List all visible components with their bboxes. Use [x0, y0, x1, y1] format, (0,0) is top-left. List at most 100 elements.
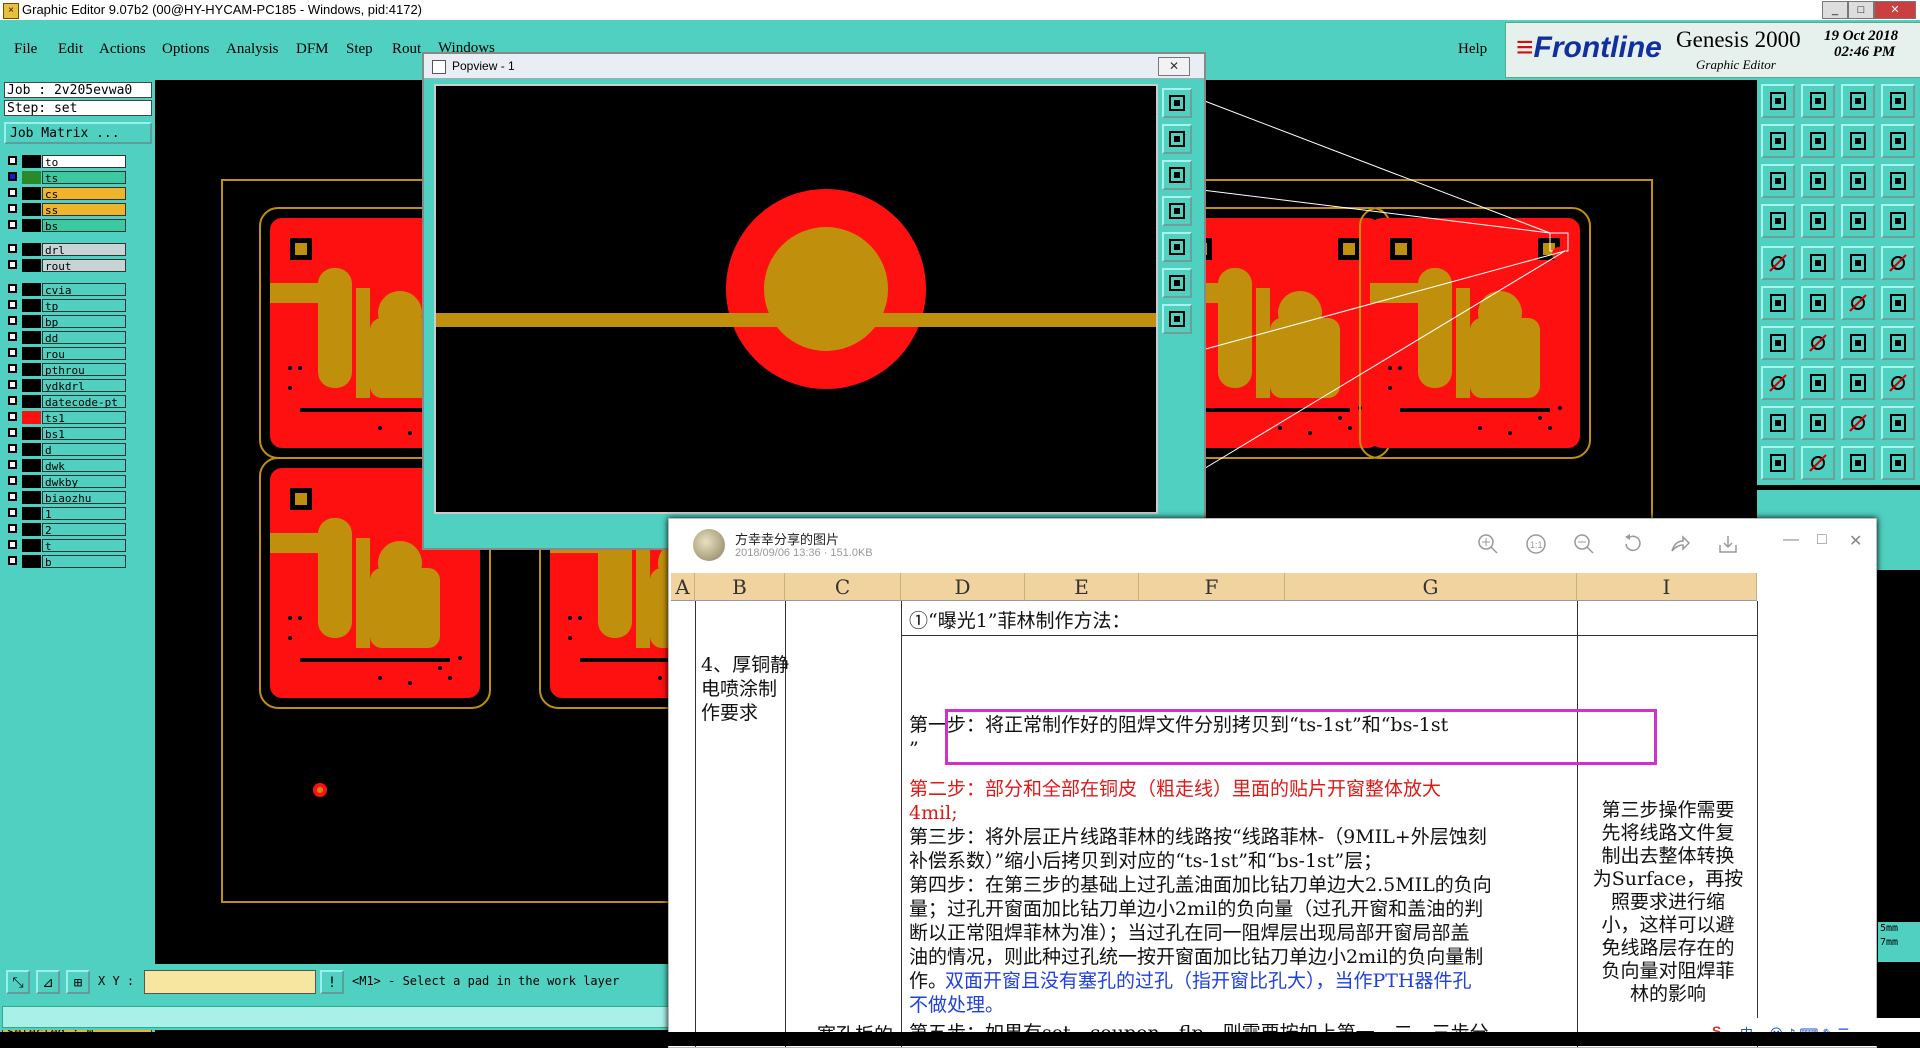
menu-edit[interactable]: Edit: [58, 41, 83, 58]
text-a-icon[interactable]: [1801, 406, 1835, 440]
layer-color-swatch[interactable]: [22, 299, 41, 312]
measure-icon[interactable]: [1761, 204, 1795, 238]
copy-icon[interactable]: [1881, 286, 1915, 320]
measure-tool-icon[interactable]: ⊿: [36, 970, 60, 994]
layer-checkbox[interactable]: [8, 364, 17, 373]
popview-canvas[interactable]: [434, 84, 1158, 514]
viewer-close-icon[interactable]: ✕: [1849, 531, 1862, 551]
layer-color-swatch[interactable]: [22, 283, 41, 296]
layer-checkbox[interactable]: [8, 508, 17, 517]
slope-icon[interactable]: [1801, 326, 1835, 360]
record-icon[interactable]: [1881, 246, 1915, 280]
layer-row[interactable]: rout: [4, 258, 126, 274]
layer-row[interactable]: datecode-pt: [4, 394, 126, 410]
pop-next-icon[interactable]: [1162, 232, 1192, 262]
pointer3-icon[interactable]: [1841, 446, 1875, 480]
cross-icon[interactable]: [1801, 286, 1835, 320]
menu-step[interactable]: Step: [346, 41, 373, 58]
layer-name[interactable]: rou: [42, 347, 126, 361]
step-left-icon[interactable]: [1761, 124, 1795, 158]
snap-icon[interactable]: [1801, 204, 1835, 238]
layer-color-swatch[interactable]: [22, 243, 41, 256]
layer-color-swatch[interactable]: [22, 523, 41, 536]
menu-actions[interactable]: Actions: [99, 41, 146, 58]
layer-name[interactable]: dwkby: [42, 475, 126, 489]
pointer4-icon[interactable]: [1881, 446, 1915, 480]
layer-row[interactable]: 2: [4, 522, 126, 538]
layer-checkbox[interactable]: [8, 428, 17, 437]
layer-color-swatch[interactable]: [22, 475, 41, 488]
layer-checkbox[interactable]: [8, 204, 17, 213]
home-icon[interactable]: [1841, 84, 1875, 118]
arch-icon[interactable]: [1841, 406, 1875, 440]
layer-color-swatch[interactable]: [22, 363, 41, 376]
layer-name[interactable]: tp: [42, 299, 126, 313]
layer-row[interactable]: to: [4, 154, 126, 170]
pointer-icon[interactable]: [1761, 446, 1795, 480]
pointer2-icon[interactable]: [1801, 446, 1835, 480]
layer-checkbox[interactable]: [8, 316, 17, 325]
layer-checkbox[interactable]: [8, 284, 17, 293]
save-icon[interactable]: [1801, 84, 1835, 118]
script-icon[interactable]: [1881, 124, 1915, 158]
menu-dfm[interactable]: DFM: [296, 41, 329, 58]
minus-icon[interactable]: [1801, 366, 1835, 400]
route-icon[interactable]: [1881, 326, 1915, 360]
layer-icon[interactable]: [1841, 124, 1875, 158]
layer-checkbox[interactable]: [8, 332, 17, 341]
edit-shape-icon[interactable]: [1801, 246, 1835, 280]
menu-help[interactable]: Help: [1458, 41, 1487, 58]
layer-checkbox[interactable]: [8, 540, 17, 549]
layer-color-swatch[interactable]: [22, 155, 41, 168]
layer-row[interactable]: ts1: [4, 410, 126, 426]
layer-checkbox[interactable]: [8, 492, 17, 501]
layer-row[interactable]: tp: [4, 298, 126, 314]
layer-row[interactable]: ss: [4, 202, 126, 218]
layer-color-swatch[interactable]: [22, 411, 41, 424]
fit-icon[interactable]: [1761, 164, 1795, 198]
layer-row[interactable]: bp: [4, 314, 126, 330]
maximize-button[interactable]: □: [1848, 1, 1874, 19]
layer-name[interactable]: bp: [42, 315, 126, 329]
layer-name[interactable]: ydkdrl: [42, 379, 126, 393]
zoom-out-icon[interactable]: [1573, 533, 1595, 555]
layer-row[interactable]: biaozhu: [4, 490, 126, 506]
scale-icon[interactable]: [1841, 164, 1875, 198]
layer-color-swatch[interactable]: [22, 395, 41, 408]
layer-color-swatch[interactable]: [22, 219, 41, 232]
layer-name[interactable]: biaozhu: [42, 491, 126, 505]
group-icon[interactable]: [1881, 366, 1915, 400]
share-icon[interactable]: [1669, 533, 1691, 555]
resize-icon[interactable]: [1841, 366, 1875, 400]
layer-row[interactable]: ydkdrl: [4, 378, 126, 394]
feature-icon[interactable]: [1841, 246, 1875, 280]
layer-row[interactable]: dwk: [4, 458, 126, 474]
layer-color-swatch[interactable]: [22, 331, 41, 344]
pop-save-icon[interactable]: [1162, 124, 1192, 154]
window-icon[interactable]: [1881, 84, 1915, 118]
layer-name[interactable]: 2: [42, 523, 126, 537]
layer-checkbox[interactable]: [8, 260, 17, 269]
stack-icon[interactable]: [1881, 406, 1915, 440]
layer-row[interactable]: cvia: [4, 282, 126, 298]
arc-icon[interactable]: [1841, 326, 1875, 360]
layer-checkbox[interactable]: [8, 300, 17, 309]
zoom-tool-icon[interactable]: ⤡: [6, 970, 30, 994]
layer-color-swatch[interactable]: [22, 203, 41, 216]
viewer-minimize-icon[interactable]: —: [1783, 531, 1799, 549]
layer-color-swatch[interactable]: [22, 379, 41, 392]
layer-row[interactable]: ts: [4, 170, 126, 186]
layer-row[interactable]: t: [4, 538, 126, 554]
layer-checkbox[interactable]: [8, 244, 17, 253]
layer-row[interactable]: drl: [4, 242, 126, 258]
layer-row[interactable]: dd: [4, 330, 126, 346]
filter-icon[interactable]: [1881, 204, 1915, 238]
layer-name[interactable]: ss: [42, 203, 126, 217]
layer-name[interactable]: dd: [42, 331, 126, 345]
layer-row[interactable]: 1: [4, 506, 126, 522]
layer-checkbox[interactable]: [8, 220, 17, 229]
rotate-icon[interactable]: [1621, 533, 1643, 555]
layer-color-swatch[interactable]: [22, 507, 41, 520]
menu-file[interactable]: File: [14, 41, 37, 58]
layer-row[interactable]: dwkby: [4, 474, 126, 490]
